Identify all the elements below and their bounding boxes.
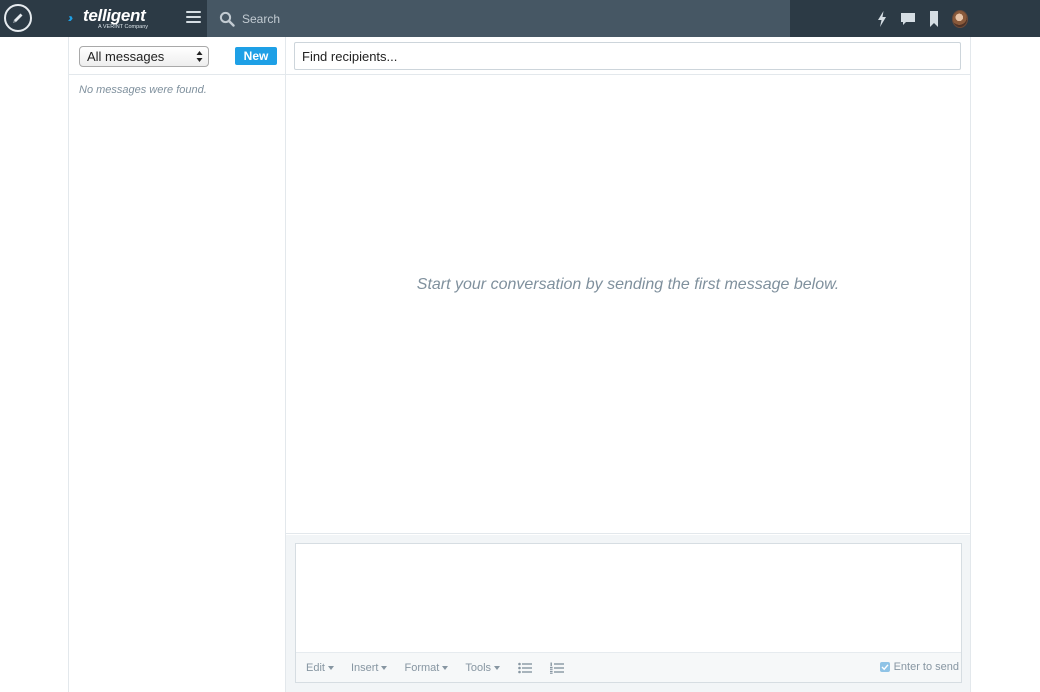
chat-icon (901, 12, 915, 25)
search-placeholder: Search (242, 11, 281, 26)
edit-menu-label: Edit (306, 661, 325, 674)
numbered-list-icon[interactable] (550, 662, 565, 674)
conversation-list-header: All messages New (69, 37, 285, 75)
search-icon (219, 11, 235, 27)
insert-menu[interactable]: Insert (351, 662, 388, 674)
user-menu-button[interactable] (952, 9, 968, 28)
lightning-icon (878, 10, 886, 27)
edit-menu[interactable]: Edit (306, 662, 334, 674)
hamburger-menu-button[interactable] (186, 11, 201, 25)
telligent-logo[interactable]: ›› telligent A VERINT Company (68, 6, 160, 32)
bookmark-icon (930, 10, 938, 27)
select-updown-icon (196, 51, 203, 62)
hamburger-icon-line (186, 15, 201, 19)
recipients-bar: Find recipients... (286, 37, 970, 75)
logo-tagline: A VERINT Company (98, 24, 149, 30)
hamburger-icon-line (186, 20, 201, 24)
message-composer: Edit Insert Format Tools Enter to send (295, 543, 962, 683)
enter-to-send-toggle[interactable]: Enter to send (879, 661, 959, 673)
format-menu[interactable]: Format (404, 661, 449, 674)
user-avatar (952, 9, 968, 28)
bookmarks-button[interactable] (926, 10, 942, 28)
enter-to-send-checkbox[interactable] (879, 662, 890, 672)
empty-list-message: No messages were found. (79, 84, 207, 96)
bulleted-list-icon[interactable] (518, 662, 533, 674)
enter-to-send-label: Enter to send (893, 661, 959, 673)
conversation-panel: Find recipients... Start your conversati… (286, 37, 971, 692)
message-thread-area: Start your conversation by sending the f… (286, 76, 970, 534)
message-filter-value: All messages (87, 49, 165, 64)
pencil-icon (13, 13, 23, 23)
logo-wordmark: telligent (83, 6, 146, 25)
conversation-list-panel: All messages New No messages were found. (68, 37, 286, 692)
global-search-bar[interactable]: Search (207, 0, 790, 37)
insert-menu-label: Insert (350, 661, 379, 674)
format-menu-label: Format (404, 661, 440, 674)
top-navigation-bar: ›› telligent A VERINT Company Search (0, 0, 1040, 37)
caret-down-icon (381, 665, 388, 670)
find-recipients-input[interactable]: Find recipients... (294, 42, 961, 70)
conversation-hint: Start your conversation by sending the f… (416, 275, 840, 293)
editor-toolbar: Edit Insert Format Tools Enter to send (296, 652, 961, 682)
tools-menu-label: Tools (465, 661, 492, 674)
user-toolbar (874, 0, 968, 37)
caret-down-icon (442, 665, 449, 670)
logo-arrows: ›› (68, 11, 73, 25)
checkmark-icon (881, 664, 889, 671)
hamburger-icon (186, 11, 201, 14)
caret-down-icon (327, 665, 334, 670)
composer-container: Edit Insert Format Tools Enter to send (286, 535, 970, 692)
new-conversation-button[interactable]: New (235, 47, 277, 65)
message-filter-select[interactable]: All messages (79, 46, 209, 67)
activity-button[interactable] (874, 10, 890, 28)
message-editor[interactable] (296, 544, 961, 652)
conversations-button[interactable] (900, 10, 916, 28)
compose-button[interactable] (4, 4, 32, 32)
caret-down-icon (494, 665, 501, 670)
find-recipients-placeholder: Find recipients... (302, 48, 398, 64)
tools-menu[interactable]: Tools (465, 661, 501, 674)
